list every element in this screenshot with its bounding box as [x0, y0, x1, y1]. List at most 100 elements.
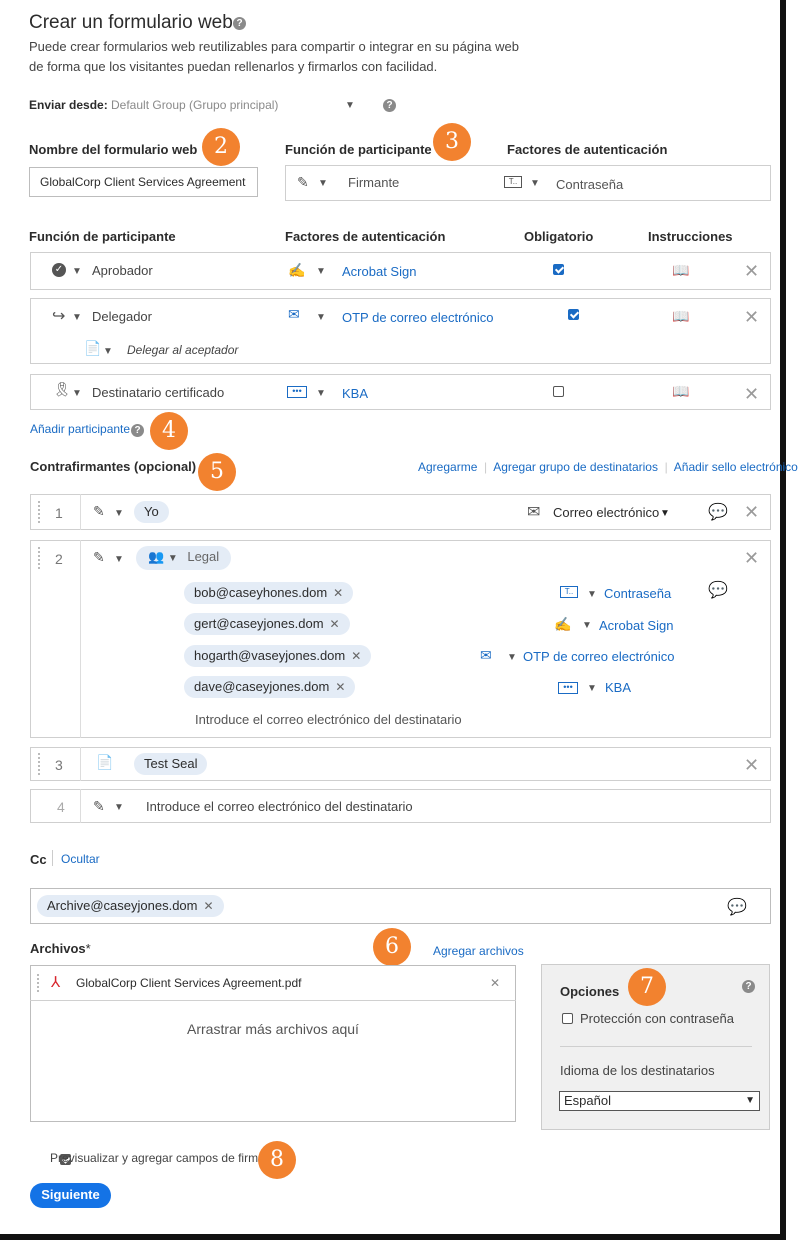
delegate-sub-label[interactable]: Delegar al aceptador — [127, 343, 238, 357]
member-auth[interactable]: OTP de correo electrónico — [523, 649, 675, 664]
cc-hide-link[interactable]: Ocultar — [61, 852, 100, 866]
remove-icon[interactable]: ✕ — [333, 586, 343, 600]
chevron-down-icon[interactable]: ▼ — [103, 346, 113, 357]
close-icon[interactable]: ✕ — [744, 756, 759, 774]
participant-auth[interactable]: OTP de correo electrónico — [342, 310, 494, 325]
help-icon[interactable]: ? — [383, 99, 396, 112]
member-chip[interactable]: bob@caseyhones.dom ✕ — [184, 582, 354, 604]
recipient-chip[interactable]: Yo — [134, 501, 169, 523]
drag-handle[interactable] — [37, 974, 39, 992]
add-e-seal-link[interactable]: Añadir sello electrónico — [674, 460, 798, 474]
member-chip[interactable]: dave@caseyjones.dom ✕ — [184, 676, 356, 698]
remove-file-icon[interactable]: ✕ — [490, 976, 500, 990]
chevron-down-icon[interactable]: ▼ — [507, 652, 517, 663]
participant-auth[interactable]: Acrobat Sign — [342, 264, 416, 279]
instructions-book-icon[interactable]: 📖 — [672, 383, 689, 400]
chevron-down-icon[interactable]: ▼ — [316, 266, 326, 277]
chevron-down-icon[interactable]: ▼ — [316, 312, 326, 323]
cc-email: Archive@caseyjones.dom — [47, 898, 198, 913]
member-chip[interactable]: gert@caseyjones.dom ✕ — [184, 613, 350, 635]
web-form-page: Crear un formulario web ? Puede crear fo… — [0, 0, 798, 1240]
close-icon[interactable]: ✕ — [744, 262, 759, 280]
member-chip[interactable]: hogarth@vaseyjones.dom ✕ — [184, 645, 372, 667]
close-icon[interactable]: ✕ — [744, 385, 759, 403]
seal-document-icon: 📄 — [96, 754, 114, 770]
chevron-down-icon[interactable]: ▼ — [72, 312, 82, 323]
help-icon[interactable]: ? — [131, 424, 144, 437]
member-auth[interactable]: Contraseña — [604, 586, 671, 601]
participant-role[interactable]: Aprobador — [92, 263, 153, 278]
form-name-input[interactable]: GlobalCorp Client Services Agreement — [29, 167, 258, 197]
instructions-book-icon[interactable]: 📖 — [672, 308, 689, 325]
chevron-down-icon[interactable]: ▼ — [582, 620, 592, 631]
signer-role-label: Función de participante — [285, 142, 432, 157]
delivery-method[interactable]: Correo electrónico — [553, 505, 659, 520]
participant-role[interactable]: Destinatario certificado — [92, 385, 224, 400]
member-email: dave@caseyjones.dom — [194, 679, 330, 694]
chevron-down-icon[interactable]: ▼ — [168, 553, 178, 564]
seal-chip[interactable]: Test Seal — [134, 753, 208, 775]
chevron-down-icon[interactable]: ▼ — [114, 554, 124, 565]
callout-badge-5: 5 — [198, 453, 236, 491]
participant-role[interactable]: Delegador — [92, 309, 152, 324]
required-checkbox[interactable] — [553, 264, 564, 275]
signer-auth-value[interactable]: Contraseña — [556, 177, 623, 192]
recipient-email-input[interactable]: Introduce el correo electrónico del dest… — [146, 799, 413, 814]
close-icon[interactable]: ✕ — [744, 503, 759, 521]
language-select[interactable]: Español ▼ — [559, 1091, 760, 1111]
remove-icon[interactable]: ✕ — [330, 617, 340, 631]
add-me-link[interactable]: Agregarme — [418, 460, 477, 474]
chevron-down-icon[interactable]: ▼ — [72, 388, 82, 399]
close-icon[interactable]: ✕ — [744, 308, 759, 326]
help-icon[interactable]: ? — [233, 17, 246, 30]
help-icon[interactable]: ? — [742, 980, 755, 993]
close-icon[interactable]: ✕ — [744, 549, 759, 567]
add-participant-link[interactable]: Añadir participante — [30, 422, 130, 436]
separator: | — [480, 460, 491, 474]
add-files-link[interactable]: Agregar archivos — [433, 944, 524, 958]
next-button[interactable]: Siguiente — [30, 1183, 111, 1208]
chevron-down-icon[interactable]: ▼ — [72, 266, 82, 277]
required-checkbox[interactable] — [567, 309, 579, 320]
remove-icon[interactable]: ✕ — [335, 680, 345, 694]
callout-badge-4: 4 — [150, 412, 188, 450]
member-auth[interactable]: Acrobat Sign — [599, 618, 673, 633]
pen-icon[interactable]: ✎ — [93, 549, 105, 566]
chevron-down-icon[interactable]: ▼ — [345, 100, 355, 111]
remove-icon[interactable]: ✕ — [351, 649, 361, 663]
member-auth[interactable]: KBA — [605, 680, 631, 695]
pen-icon[interactable]: ✎ — [297, 174, 309, 191]
cc-chip[interactable]: Archive@caseyjones.dom ✕ — [37, 895, 224, 917]
drag-handle[interactable] — [38, 753, 40, 775]
page-description-line2: de forma que los visitantes puedan relle… — [29, 59, 438, 74]
chevron-down-icon[interactable]: ▼ — [587, 589, 597, 600]
email-otp-icon: ✉ — [288, 306, 300, 322]
drag-handle[interactable] — [38, 547, 40, 569]
message-bubble-icon[interactable]: 💬 — [708, 580, 728, 600]
chevron-down-icon[interactable]: ▼ — [530, 178, 540, 189]
password-protection-checkbox[interactable] — [562, 1013, 573, 1024]
chevron-down-icon[interactable]: ▼ — [114, 508, 124, 519]
recipient-email-input[interactable]: Introduce el correo electrónico del dest… — [195, 712, 462, 727]
drag-handle[interactable] — [38, 501, 40, 523]
chevron-down-icon[interactable]: ▼ — [660, 508, 670, 519]
instructions-book-icon[interactable]: 📖 — [672, 262, 689, 279]
pen-icon[interactable]: ✎ — [93, 798, 105, 815]
chevron-down-icon[interactable]: ▼ — [587, 683, 597, 694]
chevron-down-icon: ▼ — [745, 1095, 755, 1106]
chevron-down-icon[interactable]: ▼ — [114, 802, 124, 813]
pen-icon[interactable]: ✎ — [93, 503, 105, 520]
required-checkbox[interactable] — [553, 386, 564, 397]
add-recipient-group-link[interactable]: Agregar grupo de destinatarios — [493, 460, 658, 474]
preview-label: Previsualizar y agregar campos de firma — [50, 1151, 265, 1165]
signer-role-value[interactable]: Firmante — [348, 175, 399, 190]
row-number: 3 — [55, 757, 63, 773]
message-bubble-icon[interactable]: 💬 — [727, 897, 747, 917]
participant-auth[interactable]: KBA — [342, 386, 368, 401]
send-from-value[interactable]: Default Group (Grupo principal) — [111, 98, 278, 112]
message-bubble-icon[interactable]: 💬 — [708, 502, 728, 522]
chevron-down-icon[interactable]: ▼ — [318, 178, 328, 189]
chevron-down-icon[interactable]: ▼ — [316, 388, 326, 399]
recipient-group-chip[interactable]: 👥 ▼ Legal — [136, 546, 232, 570]
remove-icon[interactable]: ✕ — [203, 899, 213, 913]
